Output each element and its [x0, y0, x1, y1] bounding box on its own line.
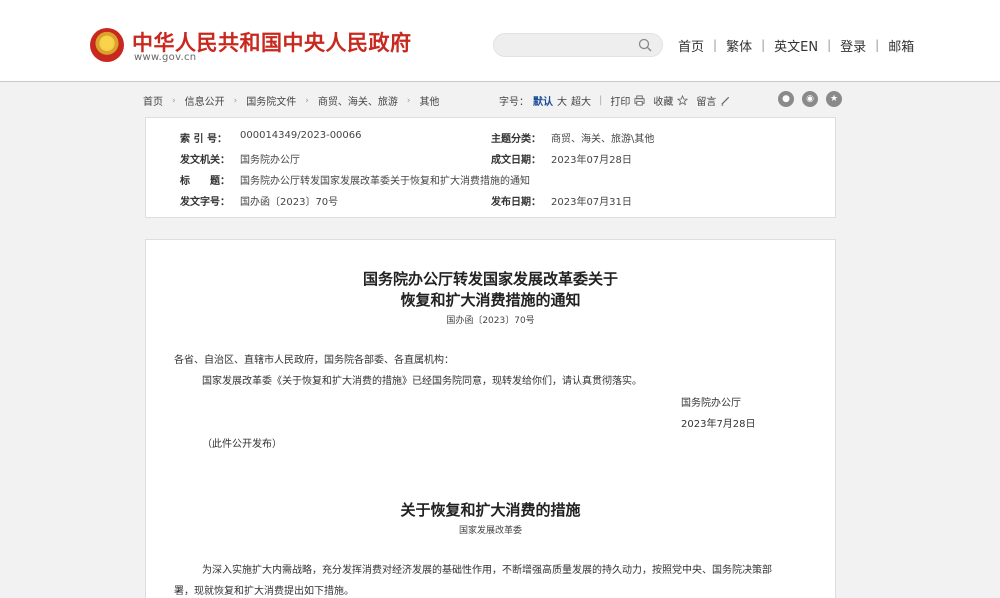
section-paragraph-line2: 署，现就恢复和扩大消费提出如下措施。 [174, 586, 354, 597]
comment-button[interactable]: 留言 [696, 93, 731, 108]
meta-value: 国办函〔2023〕70号 [240, 197, 339, 208]
meta-index-no: 索 引 号： 000014349/2023-00066 [180, 130, 362, 145]
meta-value: 2023年07月28日 [551, 155, 632, 166]
signer: 国务院办公厅 [681, 398, 741, 409]
favorite-button[interactable]: 收藏 [653, 93, 689, 108]
meta-value: 2023年07月31日 [551, 197, 632, 208]
meta-publish-date: 发布日期： 2023年07月31日 [491, 193, 632, 208]
breadcrumb-arrow: › [305, 95, 309, 106]
weibo-icon[interactable]: ● [778, 91, 794, 107]
meta-label: 索 引 号： [180, 134, 227, 145]
meta-category: 主题分类： 商贸、海关、旅游\其他 [491, 130, 654, 145]
print-button[interactable]: 打印 [610, 93, 645, 108]
nav-english-link[interactable]: 英文EN [774, 36, 818, 55]
meta-issuer: 发文机关： 国务院办公厅 [180, 151, 300, 166]
salutation: 各省、自治区、直辖市人民政府，国务院各部委、各直属机构： [174, 355, 454, 366]
meta-label: 发文字号： [180, 197, 230, 208]
star-icon [677, 95, 689, 106]
meta-value: 国务院办公厅转发国家发展改革委关于恢复和扩大消费措施的通知 [240, 176, 530, 187]
site-header: 中华人民共和国中央人民政府 www.gov.cn 首页 | 繁体 | 英文EN … [0, 0, 1000, 82]
nav-separator: | [827, 38, 832, 52]
breadcrumb-trade-customs-tourism[interactable]: 商贸、海关、旅游 [318, 93, 398, 108]
meta-title: 标 题： 国务院办公厅转发国家发展改革委关于恢复和扩大消费措施的通知 [180, 172, 530, 187]
section-title: 关于恢复和扩大消费的措施 [400, 501, 581, 519]
font-size-label: 字号： [499, 97, 529, 108]
font-size-xlarge[interactable]: 超大 [571, 93, 591, 108]
breadcrumb-arrow: › [172, 95, 176, 106]
section-paragraph-line1: 为深入实施扩大内需战略，充分发挥消费对经济发展的基础性作用，不断增强高质量发展的… [202, 565, 772, 576]
print-label: 打印 [610, 97, 631, 108]
breadcrumb-other[interactable]: 其他 [419, 93, 439, 108]
breadcrumb: 首页 › 信息公开 › 国务院文件 › 商贸、海关、旅游 › 其他 [143, 93, 439, 109]
meta-value: 国务院办公厅 [240, 155, 300, 166]
site-url[interactable]: www.gov.cn [134, 52, 196, 63]
sign-date: 2023年7月28日 [681, 419, 756, 430]
public-note: （此件公开发布） [202, 439, 282, 450]
meta-label: 发文机关： [180, 155, 230, 166]
qzone-icon[interactable]: ★ [826, 91, 842, 107]
font-size-large[interactable]: 大 [557, 93, 567, 108]
meta-value: 000014349/2023-00066 [240, 130, 362, 141]
meta-doc-no: 发文字号： 国办函〔2023〕70号 [180, 193, 338, 208]
nav-separator: | [875, 38, 880, 52]
national-emblem-icon[interactable] [90, 28, 124, 62]
breadcrumb-home[interactable]: 首页 [143, 93, 163, 108]
breadcrumb-arrow: › [406, 95, 411, 106]
top-nav: 首页 | 繁体 | 英文EN | 登录 | 邮箱 [678, 36, 914, 55]
meta-label: 标 题： [180, 176, 230, 187]
printer-icon [634, 95, 645, 106]
meta-label: 发布日期： [491, 197, 541, 208]
nav-login-link[interactable]: 登录 [840, 36, 866, 55]
meta-label: 主题分类： [491, 134, 541, 145]
meta-value: 商贸、海关、旅游\其他 [551, 134, 655, 145]
breadcrumb-info-public[interactable]: 信息公开 [185, 93, 225, 108]
meta-label: 成文日期： [491, 155, 541, 166]
document-body: 国务院办公厅转发国家发展改革委关于 恢复和扩大消费措施的通知 国办函〔2023〕… [145, 239, 836, 598]
search-input[interactable] [504, 37, 624, 53]
share-bar: ● ◉ ★ [770, 91, 842, 107]
document-number: 国办函〔2023〕70号 [446, 316, 535, 326]
search-icon[interactable] [638, 38, 652, 52]
page-tools: 字号： 默认 大 超大 | 打印 收藏 留言 [499, 93, 739, 108]
search-box[interactable] [493, 33, 663, 57]
document-title-line2: 恢复和扩大消费措施的通知 [400, 291, 581, 309]
meta-written-date: 成文日期： 2023年07月28日 [491, 151, 632, 166]
font-size-default[interactable]: 默认 [533, 93, 553, 108]
favorite-label: 收藏 [653, 97, 674, 108]
tools-divider: | [599, 95, 603, 106]
crumb-bar: 首页 › 信息公开 › 国务院文件 › 商贸、海关、旅游 › 其他 字号： 默认… [143, 91, 842, 109]
breadcrumb-arrow: › [233, 95, 238, 106]
breadcrumb-state-council-docs[interactable]: 国务院文件 [246, 93, 296, 108]
nav-home-link[interactable]: 首页 [678, 36, 704, 55]
pen-icon [721, 96, 730, 106]
metadata-box: 索 引 号： 000014349/2023-00066 主题分类： 商贸、海关、… [145, 117, 836, 218]
nav-traditional-link[interactable]: 繁体 [726, 36, 752, 55]
comment-label: 留言 [696, 97, 717, 108]
body-paragraph: 国家发展改革委《关于恢复和扩大消费的措施》已经国务院同意，现转发给你们，请认真贯… [202, 376, 642, 387]
nav-separator: | [761, 38, 766, 52]
document-title-line1: 国务院办公厅转发国家发展改革委关于 [362, 270, 618, 288]
nav-separator: | [713, 38, 718, 52]
nav-mail-link[interactable]: 邮箱 [888, 36, 914, 55]
section-author: 国家发展改革委 [458, 526, 522, 536]
wechat-icon[interactable]: ◉ [802, 91, 818, 107]
